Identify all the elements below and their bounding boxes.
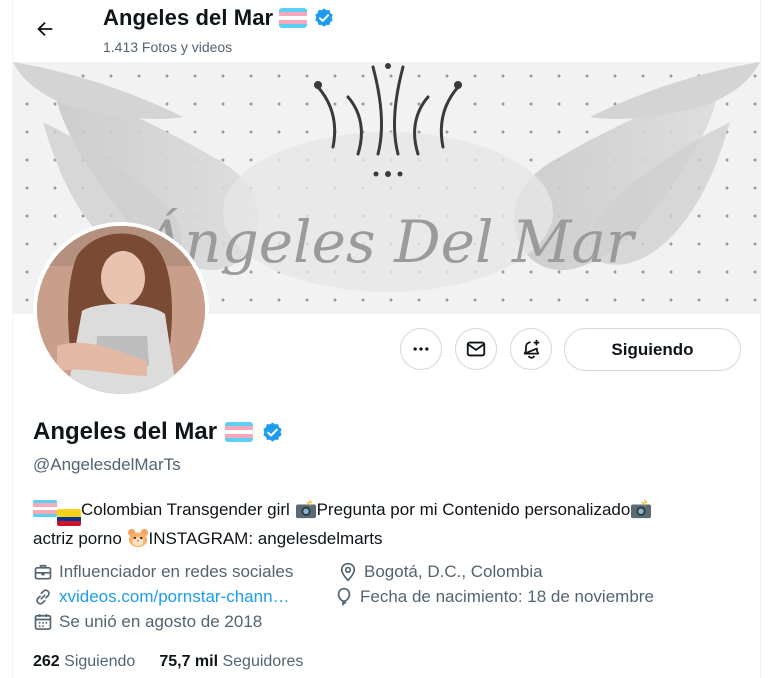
follow-stats: 262 Siguiendo 75,7 mil Seguidores <box>33 653 303 671</box>
trans-flag-icon <box>279 8 308 28</box>
briefcase-icon <box>34 564 52 580</box>
following-label: Siguiendo <box>64 653 136 670</box>
header-title: Angeles del Mar <box>103 5 335 31</box>
meta-category-text: Influenciador en redes sociales <box>59 562 294 581</box>
colombia-flag-icon <box>57 508 81 526</box>
balloon-icon <box>337 587 351 606</box>
meta-joined-text: Se unió en agosto de 2018 <box>59 612 263 631</box>
mail-icon <box>466 341 486 357</box>
link-icon <box>36 589 50 605</box>
calendar-icon <box>34 614 52 630</box>
verified-badge-icon <box>315 8 333 27</box>
profile-name-row: Angeles del Mar <box>33 418 284 446</box>
bio-text-1: Colombian Transgender girl <box>81 500 295 519</box>
header-media-count: 1.413 Fotos y videos <box>103 39 233 55</box>
trans-flag-icon <box>33 500 57 517</box>
meta-link: xvideos.com/pornstar-chann… <box>33 587 290 607</box>
more-icon <box>413 347 429 351</box>
camera-flash-icon <box>631 499 652 519</box>
following-button[interactable]: Siguiendo <box>564 328 741 371</box>
notify-button[interactable] <box>510 328 552 370</box>
bell-plus-icon <box>523 339 540 359</box>
followers-stat[interactable]: 75,7 mil Seguidores <box>159 653 303 671</box>
avatar-image <box>37 226 205 394</box>
following-count: 262 <box>33 653 60 670</box>
camera-flash-icon <box>295 499 316 519</box>
meta-category: Influenciador en redes sociales <box>33 562 293 582</box>
meta-location: Bogotá, D.C., Colombia <box>338 562 543 582</box>
hamster-face-icon <box>127 528 148 547</box>
meta-location-text: Bogotá, D.C., Colombia <box>364 562 543 581</box>
meta-joined: Se unió en agosto de 2018 <box>33 612 262 632</box>
header-name: Angeles del Mar <box>103 5 274 30</box>
profile-website-link[interactable]: xvideos.com/pornstar-chann… <box>59 587 290 607</box>
followers-count: 75,7 mil <box>159 653 219 670</box>
profile-handle: @AngelesdelMarTs <box>33 455 181 474</box>
right-border <box>760 0 761 678</box>
followers-label: Seguidores <box>222 653 304 670</box>
arrow-left-icon <box>37 21 53 37</box>
profile-bio: Colombian Transgender girl Pregunta por … <box>33 497 743 552</box>
banner-logo-text: Ángeles Del Mar <box>137 208 637 276</box>
trans-flag-icon <box>225 422 254 442</box>
back-button[interactable] <box>26 10 64 48</box>
more-options-button[interactable] <box>400 328 442 370</box>
meta-birthday: Fecha de nacimiento: 18 de noviembre <box>334 587 654 607</box>
following-stat[interactable]: 262 Siguiendo <box>33 653 135 671</box>
location-pin-icon <box>340 562 356 582</box>
profile-name: Angeles del Mar <box>33 418 218 445</box>
meta-birthday-text: Fecha de nacimiento: 18 de noviembre <box>360 587 654 606</box>
message-button[interactable] <box>455 328 497 370</box>
bio-text-2: Pregunta por mi Contenido personalizado <box>316 500 631 519</box>
bio-text-4: INSTAGRAM: angelesdelmarts <box>148 528 383 548</box>
avatar[interactable] <box>33 222 209 398</box>
bio-text-3: actriz porno <box>33 528 127 548</box>
verified-badge-icon[interactable] <box>261 421 284 444</box>
